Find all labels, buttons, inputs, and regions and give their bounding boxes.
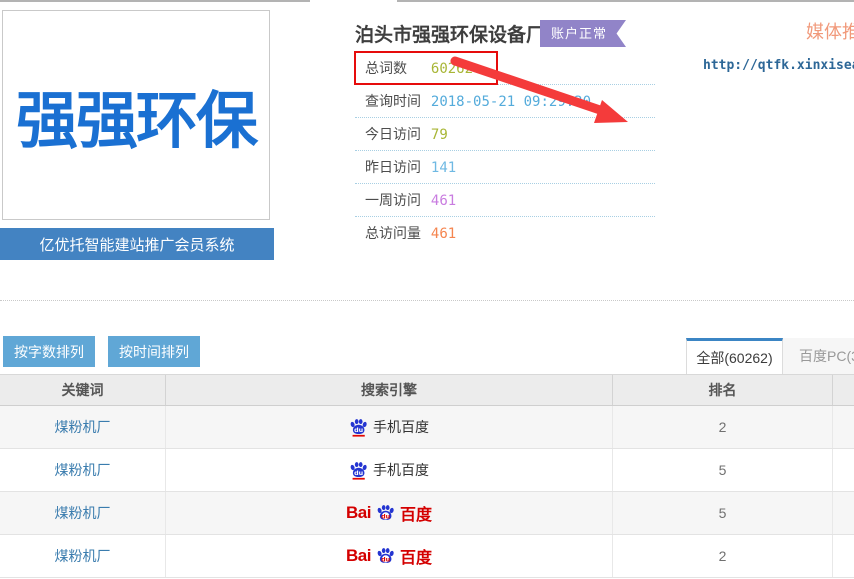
stat-value: 60262 [431,61,473,77]
account-status-badge: 账户正常 [540,20,626,47]
stat-row-query-time: 查询时间 2018-05-21 09:29:20 [355,85,655,118]
stat-row-week-visits: 一周访问 461 [355,184,655,217]
engine-cell: Bai 百度 [346,501,432,525]
table-row: 煤粉机厂 Bai 百度 2 [0,535,854,578]
stat-label: 总访问量 [365,217,427,250]
rank-value: 2 [719,548,727,564]
stat-label: 昨日访问 [365,151,427,184]
stat-value: 2018-05-21 09:29:20 [431,94,591,110]
rank-value: 5 [719,462,727,478]
page-title: 泊头市强强环保设备厂 [355,20,545,47]
table-row: 煤粉机厂 手机百度 5 [0,449,854,492]
stat-row-total-visits: 总访问量 461 [355,217,655,250]
stat-value: 461 [431,226,456,242]
tab-baidu-pc[interactable]: 百度PC(30 [783,338,854,374]
keyword-rank-table: 关键词 搜索引擎 排名 煤粉机厂 手机百度 2 煤粉机厂 [0,374,854,579]
system-name-banner: 亿优托智能建站推广会员系统 [0,228,274,260]
stat-row-today-visits: 今日访问 79 [355,118,655,151]
company-logo-text: 强强环保 [16,70,256,160]
column-header-clipped [833,375,854,405]
table-row: 煤粉机厂 Bai 百度 5 [0,492,854,535]
stat-label: 总词数 [365,52,427,85]
top-border-segment [0,0,310,2]
stat-label: 查询时间 [365,85,427,118]
keyword-link[interactable]: 煤粉机厂 [55,460,111,480]
baidu-pc-icon [376,504,395,523]
baidu-pc-icon [376,547,395,566]
stat-row-total-words: 总词数 60262 [355,52,655,85]
engine-label: 手机百度 [373,460,429,480]
sort-by-wordcount-button[interactable]: 按字数排列 [3,336,95,367]
stat-label: 今日访问 [365,118,427,151]
stats-list: 总词数 60262 查询时间 2018-05-21 09:29:20 今日访问 … [355,52,655,250]
keyword-link[interactable]: 煤粉机厂 [55,546,111,566]
stat-value: 461 [431,193,456,209]
table-row: 煤粉机厂 手机百度 2 [0,406,854,449]
baidu-logo-latin: Bai [346,546,371,566]
member-system-page: 强强环保 亿优托智能建站推广会员系统 泊头市强强环保设备厂 账户正常 总词数 6… [0,0,854,579]
stat-value: 79 [431,127,448,143]
company-logo-card: 强强环保 [2,10,270,220]
engine-cell: 手机百度 [349,417,429,437]
keyword-link[interactable]: 煤粉机厂 [55,503,111,523]
engine-label: 手机百度 [373,417,429,437]
site-url-link[interactable]: http://qtfk.xinxisea. [703,58,854,73]
baidu-mobile-icon [349,418,368,437]
rank-value: 2 [719,419,727,435]
table-header-row: 关键词 搜索引擎 排名 [0,374,854,406]
sort-by-time-button[interactable]: 按时间排列 [108,336,200,367]
baidu-logo-cn: 百度 [400,501,432,525]
section-divider [0,300,854,301]
column-header-keyword: 关键词 [0,375,166,405]
keyword-link[interactable]: 煤粉机厂 [55,417,111,437]
baidu-logo-cn: 百度 [400,544,432,568]
baidu-mobile-icon [349,461,368,480]
stat-row-yesterday-visits: 昨日访问 141 [355,151,655,184]
engine-cell: Bai 百度 [346,544,432,568]
top-border-segment [397,0,854,2]
tab-all[interactable]: 全部(60262) [686,338,783,374]
column-header-rank: 排名 [613,375,833,405]
stat-value: 141 [431,160,456,176]
stat-label: 一周访问 [365,184,427,217]
engine-cell: 手机百度 [349,460,429,480]
media-section-heading: 媒体推 [806,18,854,44]
rank-value: 5 [719,505,727,521]
baidu-logo-latin: Bai [346,503,371,523]
column-header-engine: 搜索引擎 [166,375,613,405]
